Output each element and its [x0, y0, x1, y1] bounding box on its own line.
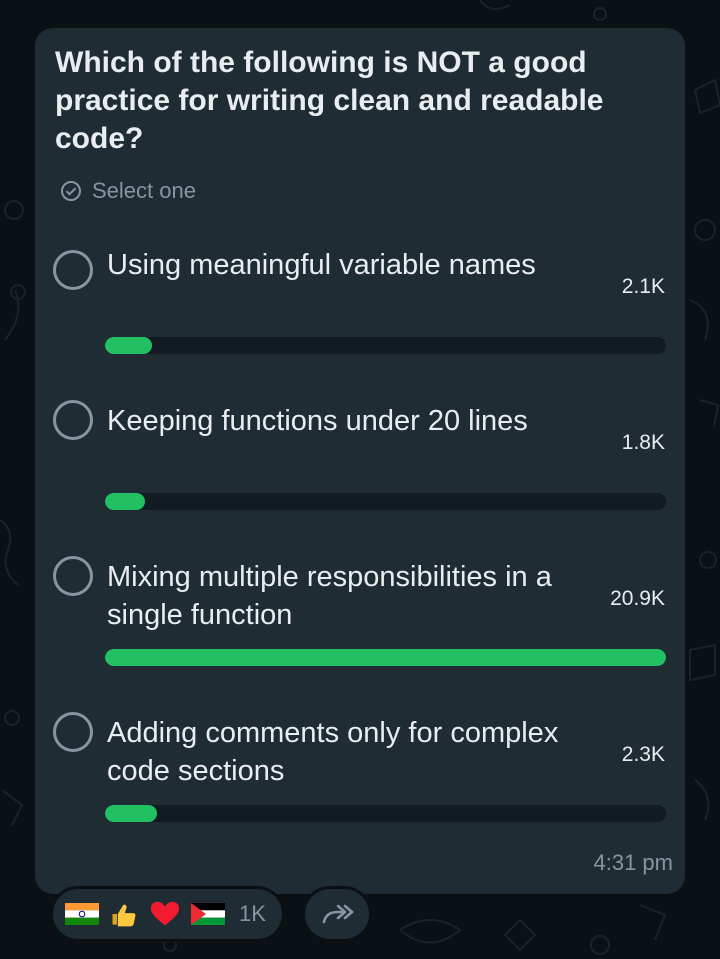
select-one-label: Select one — [92, 178, 196, 203]
poll-message-bubble: Which of the following is NOT a good pra… — [35, 28, 685, 894]
poll-option-bar-fill — [105, 805, 157, 822]
check-circle-icon — [61, 181, 81, 201]
thumbs-up-icon — [112, 904, 136, 927]
poll-option-bar-fill — [105, 493, 146, 510]
poll-option-text[interactable]: Mixing multiple responsibilities in a si… — [107, 558, 577, 634]
india-flag-icon — [65, 903, 99, 925]
poll-option-text[interactable]: Using meaningful variable names — [107, 246, 577, 284]
message-timestamp: 4:31 pm — [593, 850, 674, 875]
poll-option-text[interactable]: Keeping functions under 20 lines — [107, 402, 577, 440]
poll-option-radio[interactable] — [53, 556, 93, 596]
poll-option-bar — [105, 493, 666, 510]
reactions-count: 1K — [239, 901, 266, 926]
poll-option-count: 2.3K — [621, 743, 665, 766]
poll-option-bar — [105, 337, 666, 354]
forward-icon — [322, 904, 354, 924]
poll-option-bar-fill — [105, 649, 666, 666]
red-heart-icon — [150, 901, 180, 926]
forward-button[interactable] — [302, 886, 372, 942]
poll-option-radio[interactable] — [53, 250, 93, 290]
poll-option-bar — [105, 805, 666, 822]
poll-option-bar — [105, 649, 666, 666]
reactions-pill[interactable]: 1K — [50, 886, 285, 942]
poll-option-radio[interactable] — [53, 400, 93, 440]
poll-option-count: 20.9K — [610, 587, 665, 610]
select-one-hint: Select one — [60, 176, 196, 206]
poll-option-radio[interactable] — [53, 712, 93, 752]
poll-option-bar-fill — [105, 337, 153, 354]
poll-question: Which of the following is NOT a good pra… — [55, 46, 604, 155]
poll-option-count: 2.1K — [621, 275, 665, 298]
poll-option-count: 1.8K — [621, 431, 665, 454]
poll-option-text[interactable]: Adding comments only for complex code se… — [107, 714, 577, 790]
palestine-flag-icon — [191, 903, 225, 925]
